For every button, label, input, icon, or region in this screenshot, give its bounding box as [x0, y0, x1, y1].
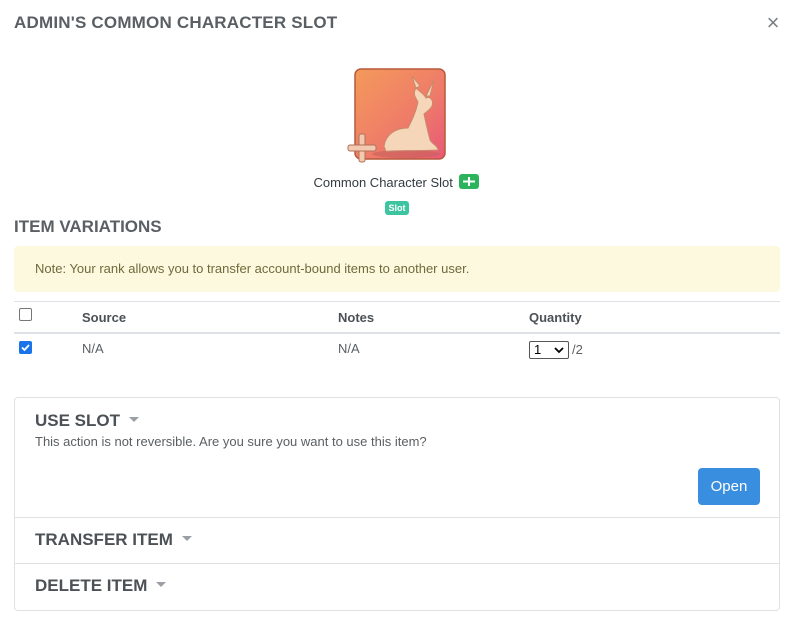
open-button[interactable]: Open	[698, 468, 760, 505]
caret-down-icon	[129, 417, 140, 423]
transfer-item-section: TRANSFER ITEM	[15, 518, 779, 564]
row-checkbox[interactable]	[19, 341, 32, 354]
plus-icon	[458, 174, 479, 190]
actions-card: USE SLOT This action is not reversible. …	[14, 397, 780, 611]
close-icon[interactable]: ×	[762, 12, 784, 34]
delete-item-section: DELETE ITEM	[15, 564, 779, 610]
quantity-select[interactable]: 1	[529, 341, 569, 359]
use-slot-title: USE SLOT	[35, 411, 121, 430]
item-variations-heading: ITEM VARIATIONS	[14, 217, 162, 236]
quantity-value: 1	[534, 342, 542, 357]
delete-item-toggle[interactable]: DELETE ITEM	[35, 576, 167, 596]
delete-item-title: DELETE ITEM	[35, 576, 148, 595]
chevron-down-icon	[554, 345, 564, 355]
rank-note: Note: Your rank allows you to transfer a…	[14, 246, 780, 292]
use-slot-warning: This action is not reversible. Are you s…	[35, 434, 427, 449]
transfer-item-title: TRANSFER ITEM	[35, 530, 173, 549]
quantity-column-header: Quantity	[529, 310, 582, 325]
quantity-total: /2	[572, 342, 583, 357]
notes-column-header: Notes	[338, 310, 375, 325]
item-name: Common Character Slot	[313, 175, 453, 191]
item-name-row: Common Character Slot	[0, 174, 792, 190]
caret-down-icon	[156, 582, 167, 588]
source-cell: N/A	[82, 341, 104, 356]
caret-down-icon	[181, 536, 192, 542]
use-slot-section: USE SLOT This action is not reversible. …	[15, 398, 779, 518]
variations-table: Source Notes Quantity N/A N/A 1 /2	[14, 301, 780, 366]
table-header: Source Notes Quantity	[14, 301, 780, 334]
transfer-item-toggle[interactable]: TRANSFER ITEM	[35, 530, 192, 550]
source-column-header: Source	[82, 310, 127, 325]
slot-badge: Slot	[385, 201, 409, 215]
select-all-checkbox[interactable]	[19, 308, 32, 321]
use-slot-toggle[interactable]: USE SLOT	[35, 411, 140, 431]
item-image	[346, 68, 446, 164]
notes-cell: N/A	[338, 341, 360, 356]
modal-title: ADMIN'S COMMON CHARACTER SLOT	[14, 13, 338, 32]
table-row: N/A N/A 1 /2	[14, 334, 780, 366]
